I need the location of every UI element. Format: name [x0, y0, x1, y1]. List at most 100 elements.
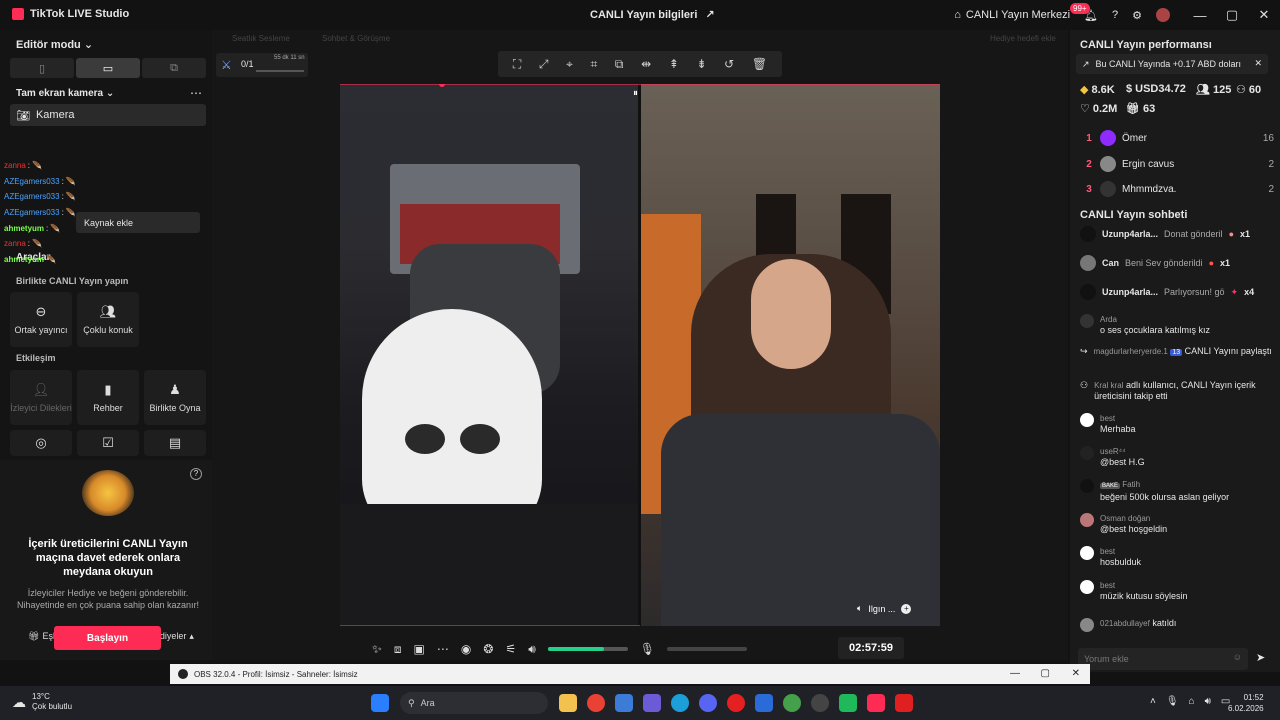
send-icon[interactable]: ➤	[1256, 651, 1265, 664]
chrome-icon[interactable]	[587, 694, 605, 712]
mail-icon[interactable]	[755, 694, 773, 712]
portrait-mode-button[interactable]: ▯	[10, 58, 74, 78]
add-icon[interactable]: +	[901, 603, 912, 614]
close-icon[interactable]: ✕	[1254, 58, 1262, 69]
landscape-mode-button[interactable]: ▭	[76, 58, 140, 78]
volume-icon[interactable]: 🔊︎	[528, 642, 536, 657]
layer-up-icon[interactable]: ⇞	[669, 57, 679, 71]
tiktok-taskbar-icon[interactable]	[867, 694, 885, 712]
system-tray[interactable]: ˄ 🎙︎ ⌂ 🔊︎ ▭	[1150, 696, 1230, 707]
mask-eye-left	[405, 424, 445, 454]
fit-screen-icon[interactable]: ⛶	[513, 57, 521, 72]
discord-icon[interactable]	[699, 694, 717, 712]
more-icon[interactable]: ⋯	[190, 86, 202, 100]
guide-tile[interactable]: ▮ Rehber	[77, 370, 139, 425]
avatar	[1080, 255, 1096, 271]
gift-goal-button[interactable]: Hediye hedefi ekle	[990, 34, 1056, 43]
effects-icon[interactable]: ❂	[483, 642, 493, 656]
whatsapp-icon[interactable]	[839, 694, 857, 712]
mic-tray-icon[interactable]: 🎙︎	[1166, 696, 1179, 707]
crop-icon[interactable]: ⌗	[590, 57, 597, 72]
overlay-chat-item: zanna: 🪶	[4, 239, 42, 248]
obs-minimize-button[interactable]: —	[1010, 668, 1020, 679]
ranking-row[interactable]: 2 Ergin cavus 2	[1078, 154, 1274, 174]
maximize-button[interactable]: ▢	[1216, 7, 1248, 23]
ranking-row[interactable]: 1 Ömer 16	[1078, 128, 1274, 148]
chevron-up-icon[interactable]: ˄	[1150, 696, 1156, 707]
caption-icon[interactable]: ▣	[414, 642, 425, 656]
chat-item: ↪ magdurlarheryerde.1 13 CANLI Yayını pay…	[1080, 346, 1272, 356]
magic-icon[interactable]: ✨︎	[372, 642, 382, 657]
avatar	[1100, 181, 1116, 197]
record-icon[interactable]: ◉	[461, 642, 471, 656]
invite-description: İzleyiciler Hediye ve beğeni gönderebili…	[16, 588, 200, 610]
avatar	[1080, 618, 1094, 632]
copy-icon[interactable]: ⧉	[615, 57, 624, 72]
more-tile-2[interactable]: ☑	[77, 430, 139, 456]
obs-maximize-button[interactable]: ▢	[1041, 668, 1050, 679]
hidden-tab-1[interactable]: Seatlık Sesleme	[232, 34, 290, 43]
split-handle-icon[interactable]: ⏸	[633, 88, 638, 99]
more-icon[interactable]: ⋯	[437, 642, 449, 656]
add-source-button[interactable]: Kaynak ekle	[76, 212, 200, 233]
co-host-tile[interactable]: ⊖ Ortak yayıncı	[10, 292, 72, 347]
play-together-tile[interactable]: ♟ Birlikte Oyna	[144, 370, 206, 425]
comment-input[interactable]: Yorum ekle ☺	[1078, 648, 1248, 670]
network-icon[interactable]: ⌂	[1189, 696, 1195, 707]
obs-close-button[interactable]: ✕	[1072, 668, 1080, 679]
mic-slider[interactable]	[666, 647, 747, 651]
viewers-stat: 👥︎ 125	[1196, 83, 1232, 97]
layer-down-icon[interactable]: ⇟	[696, 57, 706, 71]
share-icon: ↗	[705, 9, 715, 21]
file-explorer-icon[interactable]	[559, 694, 577, 712]
scene-icon[interactable]: ⧈	[394, 642, 402, 657]
live-center-button[interactable]: ⌂ CANLI Yayın Merkezi	[954, 9, 1070, 21]
delete-icon[interactable]: 🗑︎	[752, 57, 767, 71]
more-tile-3[interactable]: ▤	[144, 430, 206, 456]
multi-mode-button[interactable]: ⧉	[142, 58, 206, 78]
more-tile-1[interactable]: ◎	[10, 430, 72, 456]
clock[interactable]: 01:52 6.02.2026	[1228, 692, 1264, 714]
hidden-tab-2[interactable]: Sohbet & Görüşme	[322, 34, 390, 43]
help-button[interactable]: ?	[1112, 9, 1118, 21]
scene-dropdown[interactable]: Tam ekran kamera ⌄	[16, 88, 114, 99]
edge-icon[interactable]	[671, 694, 689, 712]
flip-icon[interactable]: ⇹	[641, 57, 651, 71]
start-button[interactable]: Başlayın	[54, 626, 161, 650]
viewers-icon: 👥︎	[1196, 84, 1210, 96]
emoji-icon[interactable]: ☺	[1233, 652, 1242, 662]
minimize-button[interactable]: —	[1184, 8, 1216, 23]
speaker-tray-icon[interactable]: 🔊︎	[1205, 696, 1211, 707]
editor-mode-dropdown[interactable]: Editör modu ⌄	[16, 38, 93, 51]
teams-icon[interactable]	[643, 694, 661, 712]
expand-icon[interactable]: ⤢	[539, 57, 549, 72]
target-icon: ◎	[35, 435, 47, 450]
volume-slider[interactable]	[547, 647, 628, 651]
speaker-icon[interactable]: 🔈︎	[857, 603, 862, 614]
sliders-icon[interactable]: ⚟	[505, 642, 516, 656]
opera-icon[interactable]	[727, 694, 745, 712]
close-button[interactable]: ✕	[1248, 7, 1280, 23]
camera-source[interactable]: 📷︎ Kamera	[10, 104, 206, 126]
overlay-user: ahmetyum	[4, 224, 45, 233]
rotate-icon[interactable]: ↺	[724, 57, 734, 71]
person-face	[751, 259, 831, 369]
live-info-button[interactable]: CANLI Yayın bilgileri ↗	[590, 8, 715, 22]
taskbar-search[interactable]: ⚲ Ara	[400, 692, 548, 714]
youtube-icon[interactable]	[895, 694, 913, 712]
mic-icon[interactable]: 🎙︎	[640, 642, 655, 656]
store-icon[interactable]	[615, 694, 633, 712]
obs-taskbar-icon[interactable]	[811, 694, 829, 712]
settings-button[interactable]: ⚙	[1132, 9, 1142, 22]
battle-emoji-icon	[82, 470, 134, 516]
ranking-row[interactable]: 3 Mhmmdzva. 2	[1078, 181, 1274, 197]
avatar[interactable]	[1156, 8, 1170, 22]
multi-guest-tile[interactable]: 👥︎ Çoklu konuk	[77, 292, 139, 347]
help-icon[interactable]: ?	[190, 468, 202, 480]
weather-widget[interactable]: ☁ 13°C Çok bulutlu	[12, 692, 72, 712]
center-icon[interactable]: ⌖	[566, 57, 573, 72]
chrome-alt-icon[interactable]	[783, 694, 801, 712]
windows-start-icon[interactable]	[371, 694, 389, 712]
obs-window-bar[interactable]: OBS 32.0.4 - Profil: İsimsiz - Sahneler:…	[170, 664, 1090, 684]
viewer-wishes-tile[interactable]: 👤︎ İzleyici Dilekleri	[10, 370, 72, 425]
